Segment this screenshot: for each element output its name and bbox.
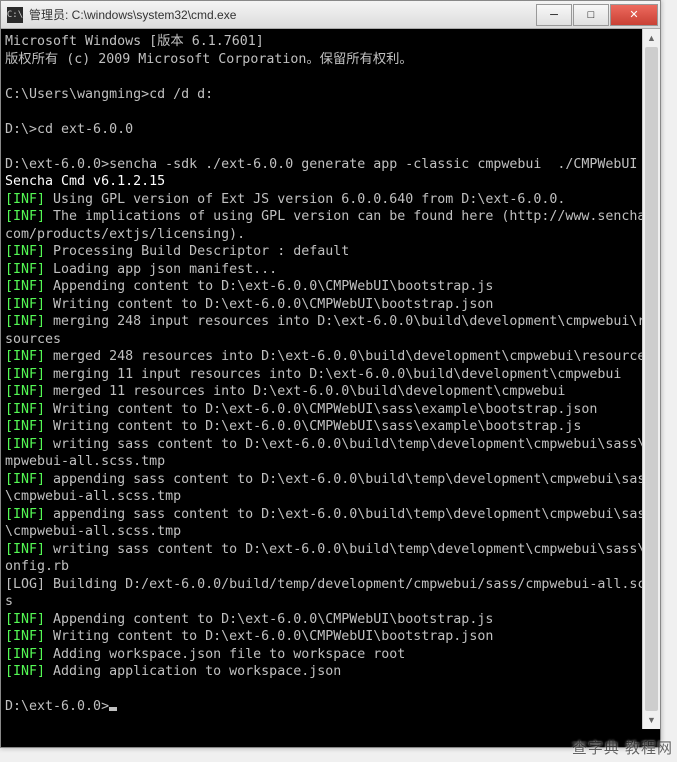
terminal-line: Microsoft Windows [版本 6.1.7601] [5,34,264,49]
log-tag: [INF] [5,419,45,434]
log-tag: [INF] [5,244,45,259]
log-text: Writing content to D:\ext-6.0.0\CMPWebUI… [45,419,581,434]
log-text: Processing Build Descriptor : default [45,244,349,259]
log-tag: [INF] [5,647,45,662]
log-tag: [INF] [5,629,45,644]
close-button[interactable]: ✕ [610,4,658,26]
log-tag: [INF] [5,437,45,452]
scrollbar-thumb[interactable] [645,47,658,711]
log-text: merged 11 resources into D:\ext-6.0.0\bu… [45,384,565,399]
minimize-button[interactable]: ─ [536,4,572,26]
log-text: The implications of using GPL version ca… [5,209,653,242]
window-title: 管理员: C:\windows\system32\cmd.exe [29,6,535,23]
terminal-line: D:\ext-6.0.0>sencha -sdk ./ext-6.0.0 gen… [5,157,637,172]
log-text: merged 248 resources into D:\ext-6.0.0\b… [45,349,653,364]
log-tag: [INF] [5,507,45,522]
scrollbar[interactable]: ▲ ▼ [642,29,660,729]
scroll-down-icon[interactable]: ▼ [643,711,660,729]
log-tag: [INF] [5,192,45,207]
log-tag: [LOG] [5,577,45,592]
maximize-button[interactable]: □ [573,4,609,26]
log-tag: [INF] [5,349,45,364]
log-tag: [INF] [5,612,45,627]
log-text: Using GPL version of Ext JS version 6.0.… [45,192,565,207]
log-text: appending sass content to D:\ext-6.0.0\b… [5,507,653,540]
log-tag: [INF] [5,367,45,382]
log-text: Loading app json manifest... [45,262,277,277]
cursor-icon [109,707,117,711]
log-tag: [INF] [5,664,45,679]
terminal-line: D:\>cd ext-6.0.0 [5,122,133,137]
cmd-window: C:\ 管理员: C:\windows\system32\cmd.exe ─ □… [0,0,661,748]
log-tag: [INF] [5,262,45,277]
terminal-line: 版权所有 (c) 2009 Microsoft Corporation。保留所有… [5,52,413,67]
log-text: Appending content to D:\ext-6.0.0\CMPWeb… [45,612,493,627]
terminal-prompt: D:\ext-6.0.0> [5,699,109,714]
log-text: Building D:/ext-6.0.0/build/temp/develop… [5,577,653,610]
log-text: appending sass content to D:\ext-6.0.0\b… [5,472,653,505]
log-text: merging 248 input resources into D:\ext-… [5,314,653,347]
log-tag: [INF] [5,472,45,487]
log-text: Writing content to D:\ext-6.0.0\CMPWebUI… [45,402,597,417]
log-text: merging 11 input resources into D:\ext-6… [45,367,621,382]
log-tag: [INF] [5,402,45,417]
log-tag: [INF] [5,314,45,329]
log-text: Adding application to workspace.json [45,664,341,679]
log-text: Adding workspace.json file to workspace … [45,647,405,662]
scroll-up-icon[interactable]: ▲ [643,29,660,47]
log-text: writing sass content to D:\ext-6.0.0\bui… [5,542,653,575]
watermark-text: 查字典 教程网 [572,737,673,758]
log-tag: [INF] [5,279,45,294]
cmd-icon: C:\ [7,7,23,23]
sencha-header: Sencha Cmd v6.1.2.15 [5,174,165,189]
titlebar[interactable]: C:\ 管理员: C:\windows\system32\cmd.exe ─ □… [1,1,660,29]
log-tag: [INF] [5,384,45,399]
window-controls: ─ □ ✕ [535,4,658,26]
log-text: Writing content to D:\ext-6.0.0\CMPWebUI… [45,629,493,644]
log-text: Writing content to D:\ext-6.0.0\CMPWebUI… [45,297,493,312]
terminal-line: C:\Users\wangming>cd /d d: [5,87,213,102]
log-text: Appending content to D:\ext-6.0.0\CMPWeb… [45,279,493,294]
log-tag: [INF] [5,542,45,557]
terminal-output[interactable]: Microsoft Windows [版本 6.1.7601] 版权所有 (c)… [1,29,660,747]
log-tag: [INF] [5,297,45,312]
log-text: writing sass content to D:\ext-6.0.0\bui… [5,437,653,470]
log-tag: [INF] [5,209,45,224]
